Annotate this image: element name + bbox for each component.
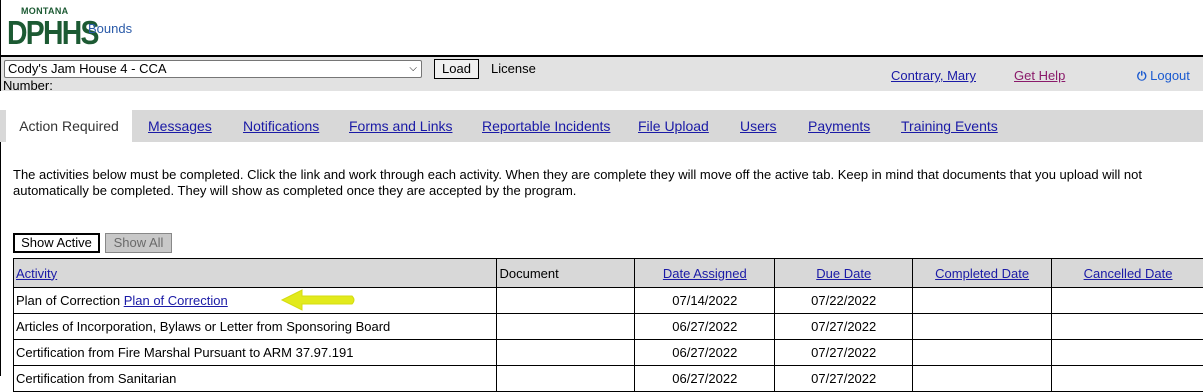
tab-users-label[interactable]: Users: [740, 118, 777, 134]
sort-due-date-link[interactable]: Due Date: [816, 266, 871, 281]
sort-activity-link[interactable]: Activity: [16, 266, 57, 281]
chevron-down-icon: ⌵: [409, 61, 417, 77]
activities-table: Activity Document Date Assigned Due Date…: [13, 258, 1203, 392]
toolbar: Cody's Jam House 4 - CCA ⌵ Load License …: [0, 55, 1203, 91]
activity-cell: Plan of Correction Plan of Correction: [14, 288, 497, 314]
column-header-cancelled-date[interactable]: Cancelled Date: [1052, 259, 1203, 288]
table-header-row: Activity Document Date Assigned Due Date…: [14, 259, 1203, 288]
tab-messages-label[interactable]: Messages: [148, 118, 212, 134]
activity-cell: Certification from Sanitarian: [14, 366, 497, 392]
tab-action-required[interactable]: Action Required: [6, 110, 132, 142]
dphhs-logo: MONTANA DPHHS: [7, 6, 87, 52]
power-icon: ⏻: [1137, 69, 1147, 83]
document-cell: [497, 366, 635, 392]
tab-messages[interactable]: Messages: [148, 110, 212, 142]
date-assigned-cell: 06/27/2022: [635, 314, 775, 340]
document-cell: [497, 314, 635, 340]
activity-link[interactable]: Plan of Correction: [124, 293, 228, 308]
table-row: Certification from Sanitarian 06/27/2022…: [14, 366, 1203, 392]
tab-users[interactable]: Users: [740, 110, 777, 142]
get-help-link[interactable]: Get Help: [1014, 68, 1065, 83]
show-active-button[interactable]: Show Active: [13, 233, 100, 253]
table-row: Plan of Correction Plan of Correction 07…: [14, 288, 1203, 314]
tab-notifications-label[interactable]: Notifications: [243, 118, 319, 134]
cancelled-date-cell: [1052, 314, 1203, 340]
license-number-label: Number:: [3, 78, 53, 93]
column-header-document: Document: [497, 259, 635, 288]
completed-date-cell: [913, 366, 1052, 392]
activity-cell: Certification from Fire Marshal Pursuant…: [14, 340, 497, 366]
completed-date-cell: [913, 314, 1052, 340]
date-assigned-cell: 07/14/2022: [635, 288, 775, 314]
sort-completed-date-link[interactable]: Completed Date: [935, 266, 1029, 281]
license-label: License: [491, 61, 536, 76]
table-row: Articles of Incorporation, Bylaws or Let…: [14, 314, 1203, 340]
cancelled-date-cell: [1052, 366, 1203, 392]
tab-forms-and-links[interactable]: Forms and Links: [349, 110, 452, 142]
activity-cell: Articles of Incorporation, Bylaws or Let…: [14, 314, 497, 340]
column-header-completed-date[interactable]: Completed Date: [913, 259, 1052, 288]
header: MONTANA DPHHS Bounds: [0, 0, 1203, 56]
due-date-cell: 07/27/2022: [775, 314, 913, 340]
load-button[interactable]: Load: [434, 59, 479, 79]
logout-label: Logout: [1150, 68, 1190, 83]
completed-date-cell: [913, 340, 1052, 366]
tab-notifications[interactable]: Notifications: [243, 110, 319, 142]
tab-forms-and-links-label[interactable]: Forms and Links: [349, 118, 452, 134]
logo-agency-text: DPHHS: [7, 15, 98, 51]
tab-payments[interactable]: Payments: [808, 110, 870, 142]
show-all-button[interactable]: Show All: [105, 233, 172, 253]
tab-bar: Action Required Messages Notifications F…: [0, 110, 1203, 142]
document-cell: [497, 288, 635, 314]
facility-select-value: Cody's Jam House 4 - CCA: [8, 61, 167, 76]
due-date-cell: 07/27/2022: [775, 340, 913, 366]
tab-payments-label[interactable]: Payments: [808, 118, 870, 134]
column-header-date-assigned[interactable]: Date Assigned: [635, 259, 775, 288]
sort-date-assigned-link[interactable]: Date Assigned: [663, 266, 747, 281]
arrow-left-icon: [280, 288, 356, 312]
app-name: Bounds: [88, 21, 132, 36]
tab-file-upload[interactable]: File Upload: [638, 110, 709, 142]
tab-training-events[interactable]: Training Events: [901, 110, 998, 142]
document-cell: [497, 340, 635, 366]
tab-training-events-label[interactable]: Training Events: [901, 118, 998, 134]
due-date-cell: 07/27/2022: [775, 366, 913, 392]
intro-text: The activities below must be completed. …: [13, 167, 1193, 199]
main-content: The activities below must be completed. …: [0, 142, 1203, 376]
table-row: Certification from Fire Marshal Pursuant…: [14, 340, 1203, 366]
column-header-due-date[interactable]: Due Date: [775, 259, 913, 288]
tab-reportable-incidents-label[interactable]: Reportable Incidents: [482, 118, 610, 134]
completed-date-cell: [913, 288, 1052, 314]
sort-cancelled-date-link[interactable]: Cancelled Date: [1084, 266, 1173, 281]
tab-reportable-incidents[interactable]: Reportable Incidents: [482, 110, 610, 142]
tab-file-upload-label[interactable]: File Upload: [638, 118, 709, 134]
cancelled-date-cell: [1052, 340, 1203, 366]
user-name-link[interactable]: Contrary, Mary: [891, 68, 976, 83]
column-header-activity[interactable]: Activity: [14, 259, 497, 288]
facility-select[interactable]: Cody's Jam House 4 - CCA ⌵: [4, 60, 422, 78]
due-date-cell: 07/22/2022: [775, 288, 913, 314]
activity-name: Plan of Correction: [16, 293, 120, 308]
logout-button[interactable]: ⏻ Logout: [1137, 68, 1190, 84]
date-assigned-cell: 06/27/2022: [635, 340, 775, 366]
cancelled-date-cell: [1052, 288, 1203, 314]
date-assigned-cell: 06/27/2022: [635, 366, 775, 392]
